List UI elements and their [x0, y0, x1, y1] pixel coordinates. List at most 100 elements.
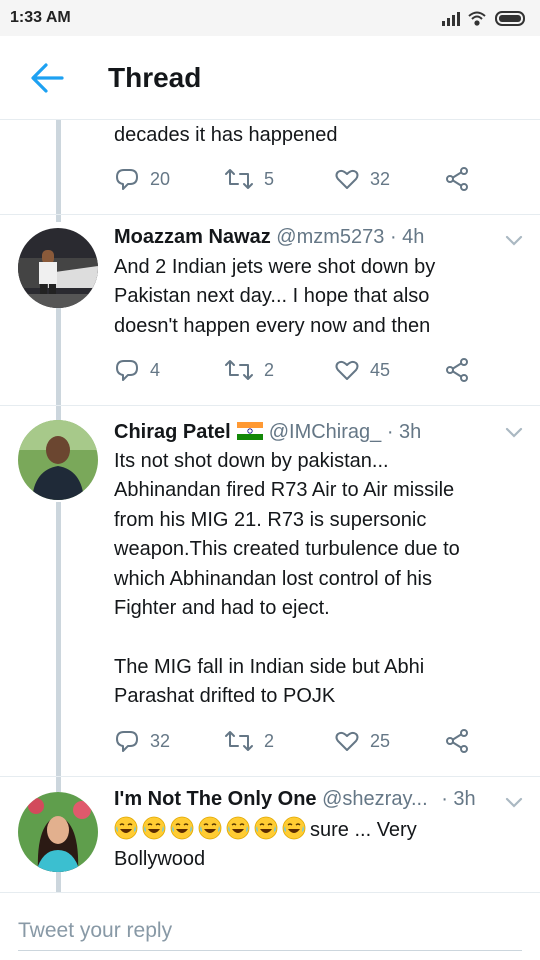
- india-flag-icon: [236, 422, 263, 440]
- tweet-text-line: Parashat drifted to POJK: [114, 685, 336, 708]
- avatar-photo: [18, 420, 98, 500]
- divider: [0, 405, 540, 406]
- back-arrow-icon[interactable]: [28, 60, 68, 96]
- tweet-text-line: doesn't happen every now and then: [114, 314, 431, 337]
- chevron-down-icon[interactable]: [504, 426, 524, 440]
- tweet-text-line: weapon.This created turbulence due to: [114, 538, 460, 561]
- share-icon: [446, 358, 468, 382]
- laughing-emoji-icon: [282, 816, 306, 840]
- tweet-text: sure ... Very Bollywood: [114, 816, 514, 875]
- signal-icon: [442, 12, 460, 26]
- reply-button[interactable]: 32: [114, 726, 170, 756]
- tweet-text-line: Abhinandan fired R73 Air to Air missile: [114, 479, 455, 502]
- thread-line: [56, 308, 61, 420]
- tweet-actions: 4 2 45: [114, 355, 494, 385]
- tweet-text-line: which Abhinandan lost control of his: [114, 567, 432, 590]
- reply-bar: [0, 892, 540, 960]
- tweet-header: I'm Not The Only One @shezray... · 3h: [114, 788, 476, 811]
- author-handle[interactable]: @mzm5273: [276, 226, 384, 248]
- reply-button[interactable]: 20: [114, 164, 170, 194]
- author-name[interactable]: Chirag Patel: [114, 421, 231, 443]
- divider: [0, 776, 540, 777]
- share-icon: [446, 729, 468, 753]
- avatar[interactable]: [18, 420, 98, 500]
- avatar-photo: [18, 792, 98, 872]
- tweet-text-line: [114, 623, 524, 652]
- tweet-text-fragment: sure ... Very: [310, 819, 417, 841]
- laughing-emoji-icon: [198, 816, 222, 840]
- retweet-icon: [225, 731, 253, 751]
- thread-line: [56, 502, 61, 792]
- share-button[interactable]: [444, 164, 470, 194]
- tweet-text-line: Bollywood: [114, 848, 206, 871]
- tweet-text: And 2 Indian jets were shot down by Paki…: [114, 253, 514, 341]
- chevron-down-icon[interactable]: [504, 796, 524, 810]
- tweet-text-line: decades it has happened: [114, 124, 338, 146]
- like-count: 32: [370, 168, 391, 189]
- chevron-down-icon[interactable]: [504, 234, 524, 248]
- thread-line: [56, 872, 61, 892]
- thread-line: [56, 120, 61, 222]
- laughing-emoji-icon: [254, 816, 278, 840]
- tweet-header: Chirag Patel @IMChirag_ · 3h: [114, 421, 421, 444]
- like-button[interactable]: 45: [334, 355, 390, 385]
- tweet-text-line: Its not shot down by pakistan...: [114, 450, 389, 472]
- tweet-actions: 32 2 25: [114, 726, 494, 756]
- tweet-text-line: The MIG fall in Indian side but Abhi: [114, 655, 425, 678]
- like-button[interactable]: 32: [334, 164, 390, 194]
- status-time: 1:33 AM: [10, 9, 71, 26]
- author-handle[interactable]: @shezray...: [322, 788, 428, 810]
- laughing-emoji-icon: [114, 816, 138, 840]
- tweet-time: · 3h: [386, 421, 422, 443]
- reply-count: 4: [150, 359, 161, 380]
- tweet-text-line: from his MIG 21. R73 is supersonic: [114, 508, 427, 531]
- tweet-time: · 3h: [441, 788, 476, 810]
- like-count: 45: [370, 359, 391, 380]
- top-bar: Thread: [0, 36, 540, 120]
- divider: [0, 214, 540, 215]
- retweet-button[interactable]: 2: [224, 726, 274, 756]
- reply-icon: [116, 731, 138, 752]
- author-name[interactable]: Moazzam Nawaz: [114, 226, 271, 248]
- reply-icon: [116, 169, 138, 190]
- tweet-text: Its not shot down by pakistan... Abhinan…: [114, 447, 524, 712]
- retweet-icon: [225, 360, 253, 380]
- status-bar: 1:33 AM: [0, 0, 540, 36]
- avatar[interactable]: [18, 228, 98, 308]
- like-count: 25: [370, 730, 391, 751]
- retweet-button[interactable]: 5: [224, 164, 274, 194]
- tweet-text-line: Pakistan next day... I hope that also: [114, 285, 430, 308]
- page-title: Thread: [108, 62, 202, 93]
- system-icons: [442, 11, 525, 26]
- retweet-count: 2: [264, 359, 275, 380]
- tweet-header: Moazzam Nawaz @mzm5273 · 4h: [114, 226, 424, 249]
- tweet-text-line: Fighter and had to eject.: [114, 597, 330, 620]
- retweet-icon: [225, 169, 253, 189]
- tweet-text-line: And 2 Indian jets were shot down by: [114, 256, 436, 278]
- laughing-emoji-icon: [226, 816, 250, 840]
- share-button[interactable]: [444, 355, 470, 385]
- tweet-text: decades it has happened: [114, 121, 514, 150]
- avatar-photo: [18, 228, 98, 308]
- retweet-button[interactable]: 2: [224, 355, 274, 385]
- tweet-actions: 20 5 32: [114, 164, 494, 194]
- retweet-count: 2: [264, 730, 275, 751]
- reply-button[interactable]: 4: [114, 355, 160, 385]
- like-button[interactable]: 25: [334, 726, 390, 756]
- laughing-emoji-icon: [142, 816, 166, 840]
- author-handle[interactable]: @IMChirag_: [269, 421, 382, 443]
- reply-icon: [116, 360, 138, 381]
- tweet-text-line: sure ... Very: [114, 816, 514, 845]
- share-button[interactable]: [444, 726, 470, 756]
- battery-icon: [495, 11, 525, 26]
- avatar[interactable]: [18, 792, 98, 872]
- laughing-emoji-icon: [170, 816, 194, 840]
- reply-count: 20: [150, 168, 171, 189]
- share-icon: [446, 167, 468, 191]
- heart-icon: [335, 360, 359, 380]
- reply-input[interactable]: [18, 911, 522, 951]
- heart-icon: [335, 731, 359, 751]
- laughing-emoji-row: [114, 816, 310, 841]
- reply-count: 32: [150, 730, 171, 751]
- author-name[interactable]: I'm Not The Only One: [114, 788, 317, 810]
